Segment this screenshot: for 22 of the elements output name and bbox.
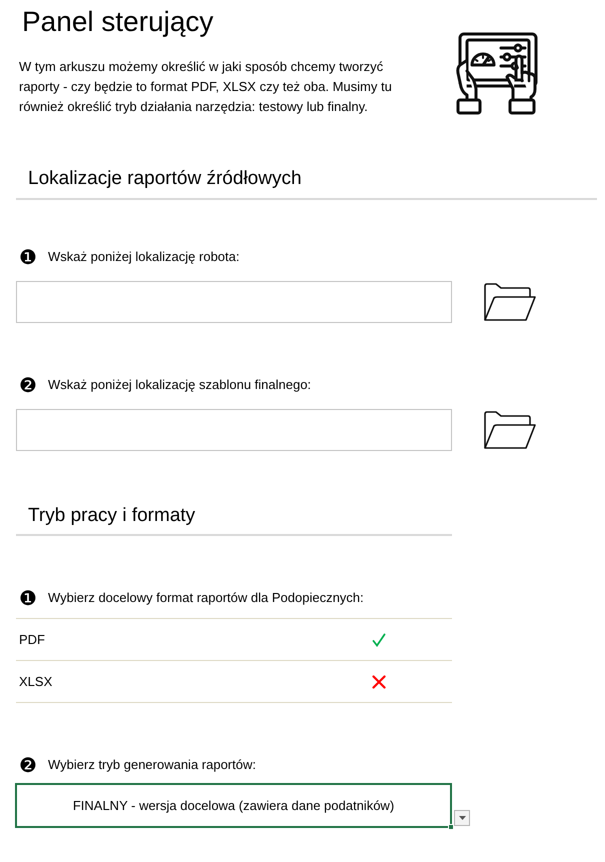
format-name: PDF [18, 630, 45, 649]
open-folder-icon[interactable] [483, 283, 537, 322]
mode-dropdown[interactable]: FINALNY - wersja docelowa (zawiera dane podatników) [15, 783, 452, 828]
path-field[interactable] [16, 409, 452, 451]
step-label: Wybierz tryb generowania raportów: [48, 756, 256, 774]
format-name: XLSX [18, 672, 52, 691]
step-label: Wybierz docelowy format raportów dla Podopiecznych: [48, 589, 364, 607]
step-label: Wskaż poniżej lokalizację szablonu finalnego: [48, 376, 312, 394]
page-title: Panel sterujący [22, 5, 214, 39]
fill-handle-icon [448, 824, 454, 830]
path-field[interactable] [16, 281, 452, 323]
description: W tym arkuszu możemy określić w jaki sposób chcemy tworzyć raporty - czy będzie to format PDF, XLSX czy też oba. Musimy tu również określić tryb działania narzędzia: testowy lub finalny. [19, 58, 393, 116]
caret-icon [458, 816, 466, 820]
step-number: ❷ [19, 756, 37, 774]
dropdown-arrow-button[interactable] [454, 810, 470, 826]
step-label: Wskaż poniżej lokalizację robota: [48, 248, 240, 266]
step-number: ❶ [19, 589, 37, 607]
step-number: ❶ [19, 248, 37, 266]
section-heading: Tryb pracy i formaty [28, 504, 196, 528]
open-folder-icon[interactable] [483, 411, 537, 450]
step-number: ❷ [19, 376, 37, 394]
section-heading: Lokalizacje raportów źródłowych [28, 167, 302, 191]
